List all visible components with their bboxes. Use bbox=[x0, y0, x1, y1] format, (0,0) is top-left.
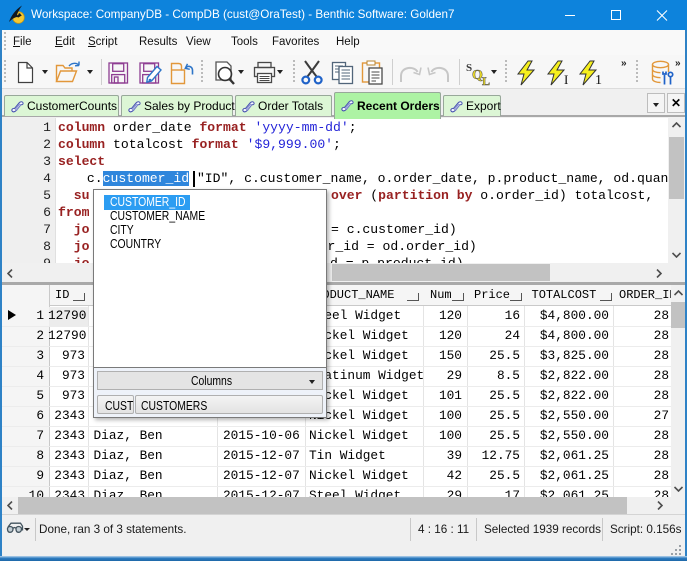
svg-text:1: 1 bbox=[595, 73, 602, 86]
svg-text:I: I bbox=[564, 72, 568, 86]
svg-text:L: L bbox=[482, 74, 490, 86]
